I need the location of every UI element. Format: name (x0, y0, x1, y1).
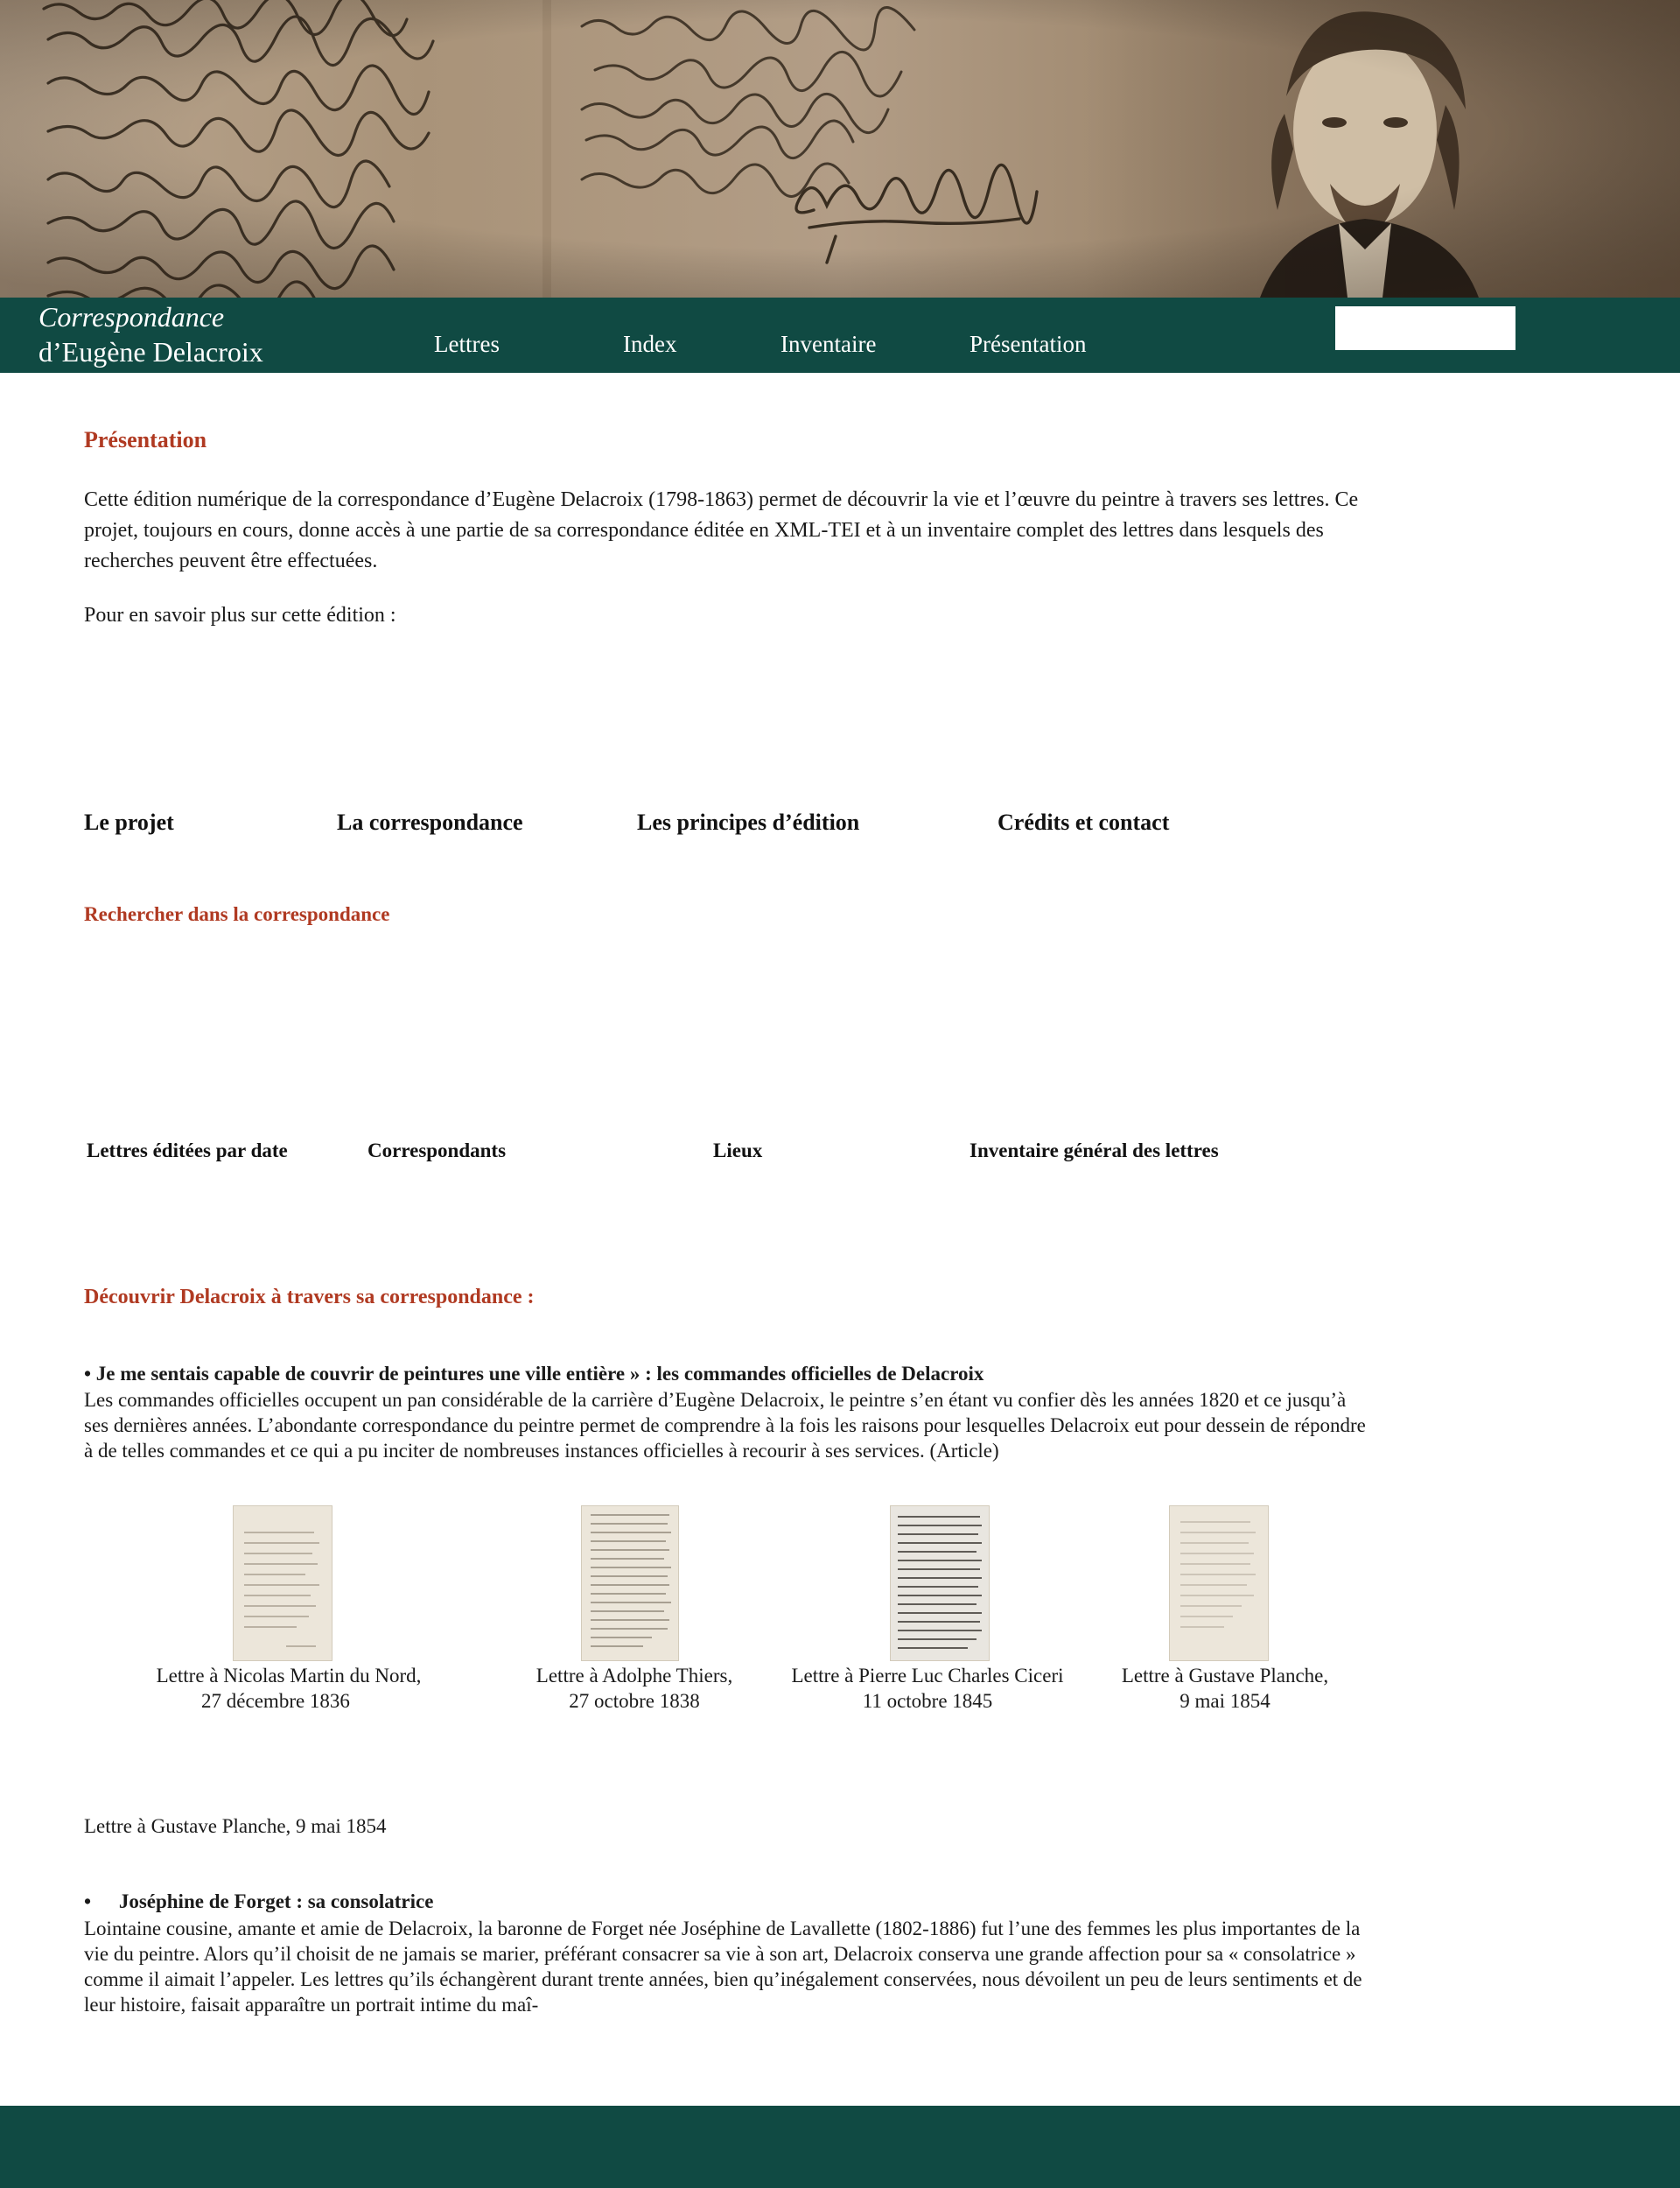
manuscript-icon (1180, 1521, 1256, 1628)
letter-caption-3-line1[interactable]: Lettre à Pierre Luc Charles Ciceri (761, 1663, 1094, 1688)
article1-title[interactable]: • Je me sentais capable de couvrir de pe… (84, 1363, 984, 1385)
nav-inventaire[interactable]: Inventaire (780, 330, 876, 358)
letter-caption-1-line1[interactable]: Lettre à Nicolas Martin du Nord, (114, 1663, 464, 1688)
nav-index[interactable]: Index (623, 330, 676, 358)
manuscript-icon (591, 1514, 671, 1647)
letter-caption-1-line2[interactable]: 27 décembre 1836 (88, 1688, 464, 1714)
presentation-more-text: Pour en savoir plus sur cette édition : (84, 604, 396, 627)
letter-caption-3-line2[interactable]: 11 octobre 1845 (761, 1688, 1094, 1714)
site-title[interactable]: Correspondance d’Eugène Delacroix (38, 299, 263, 369)
page-footer (0, 2106, 1680, 2188)
link-lettres-editees-par-date[interactable]: Lettres éditées par date (87, 1140, 288, 1162)
link-la-correspondance[interactable]: La correspondance (337, 810, 523, 836)
letter-caption-4[interactable]: Lettre à Gustave Planche, 9 mai 1854 (1094, 1663, 1356, 1714)
article1-body: Les commandes officielles occupent un pa… (84, 1389, 1366, 1462)
search-input[interactable] (1335, 306, 1516, 350)
article2-title[interactable]: Joséphine de Forget : sa consolatrice (119, 1890, 434, 1912)
banner-handwriting-illustration (0, 0, 1680, 298)
letter-thumbnail-4[interactable] (1169, 1505, 1269, 1661)
letter-caption-4-line1[interactable]: Lettre à Gustave Planche, (1094, 1663, 1356, 1688)
link-inventaire-general[interactable]: Inventaire général des lettres (970, 1140, 1219, 1162)
letter-caption-3[interactable]: Lettre à Pierre Luc Charles Ciceri 11 oc… (761, 1663, 1094, 1714)
manuscript-icon (898, 1516, 982, 1649)
letter-caption-4-line2[interactable]: 9 mai 1854 (1094, 1688, 1356, 1714)
main-navigation-bar: Correspondance d’Eugène Delacroix Lettre… (0, 298, 1680, 373)
search-section-heading: Rechercher dans la correspondance (84, 903, 390, 925)
link-credits-contact[interactable]: Crédits et contact (998, 810, 1169, 836)
site-title-line2[interactable]: d’Eugène Delacroix (38, 334, 263, 369)
link-lieux[interactable]: Lieux (713, 1140, 762, 1162)
link-le-projet[interactable]: Le projet (84, 810, 174, 836)
standalone-letter-caption[interactable]: Lettre à Gustave Planche, 9 mai 1854 (84, 1815, 387, 1838)
letter-caption-2[interactable]: Lettre à Adolphe Thiers, 27 octobre 1838 (494, 1663, 774, 1714)
letter-caption-1[interactable]: Lettre à Nicolas Martin du Nord, 27 déce… (114, 1663, 464, 1714)
letter-thumbnail-3[interactable] (890, 1505, 990, 1661)
discover-heading: Découvrir Delacroix à travers sa corresp… (84, 1286, 535, 1308)
link-principes-edition[interactable]: Les principes d’édition (637, 810, 859, 836)
presentation-heading: Présentation (84, 427, 207, 452)
article2-header[interactable]: • Joséphine de Forget : sa consolatrice (84, 1890, 433, 1913)
letter-caption-2-line2[interactable]: 27 octobre 1838 (494, 1688, 774, 1714)
article2-body: Lointaine cousine, amante et amie de Del… (84, 1918, 1362, 2016)
nav-lettres[interactable]: Lettres (434, 330, 500, 358)
nav-presentation[interactable]: Présentation (970, 330, 1086, 358)
link-correspondants[interactable]: Correspondants (368, 1140, 506, 1162)
letter-thumbnail-1[interactable] (233, 1505, 332, 1661)
letter-thumbnail-2[interactable] (581, 1505, 679, 1661)
site-title-line1[interactable]: Correspondance (38, 299, 263, 334)
manuscript-icon (244, 1532, 319, 1647)
header-banner-image (0, 0, 1680, 298)
presentation-intro: Cette édition numérique de la correspond… (84, 488, 1359, 572)
bullet-icon: • (84, 1890, 92, 1912)
letter-caption-2-line1[interactable]: Lettre à Adolphe Thiers, (494, 1663, 774, 1688)
